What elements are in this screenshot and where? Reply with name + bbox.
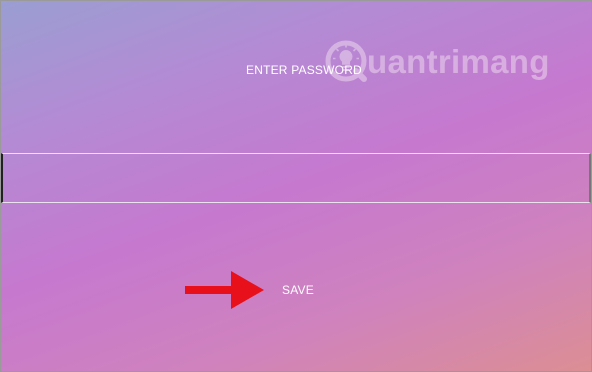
screen: uantrimang ENTER PASSWORD SAVE (0, 0, 592, 372)
watermark-text: uantrimang (367, 42, 550, 80)
arrow-right-icon (185, 271, 264, 309)
lightbulb-q-logo-icon (325, 40, 367, 82)
watermark: uantrimang (323, 38, 550, 84)
password-input[interactable] (1, 153, 591, 203)
save-button[interactable]: SAVE (282, 283, 314, 297)
enter-password-label: ENTER PASSWORD (246, 63, 362, 77)
